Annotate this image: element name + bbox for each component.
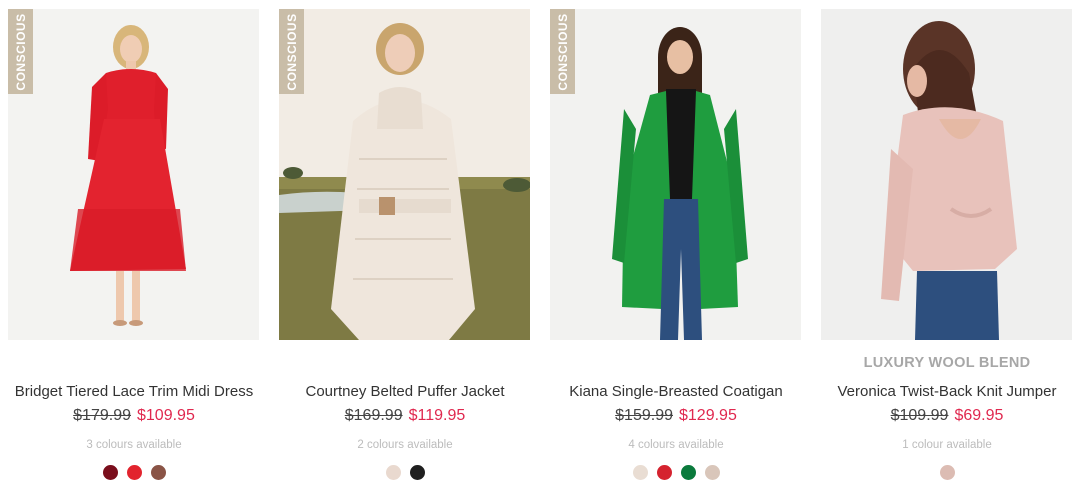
product-name[interactable]: Veronica Twist-Back Knit Jumper: [815, 383, 1079, 400]
product-price: $179.99 $109.95: [8, 407, 260, 425]
product-image[interactable]: CONSCIOUS: [279, 9, 530, 340]
colour-swatch[interactable]: [150, 465, 166, 480]
conscious-badge: CONSCIOUS: [8, 9, 33, 94]
product-name[interactable]: Courtney Belted Puffer Jacket: [273, 383, 537, 400]
colours-available: 3 colours available: [86, 439, 182, 451]
knit-jumper-photo: [821, 9, 1072, 340]
colour-swatches: [279, 465, 531, 480]
product-price: $109.99 $69.95: [821, 407, 1073, 425]
dress-photo: [8, 9, 259, 340]
promo-label: LUXURY WOOL BLEND: [863, 355, 1031, 371]
colour-swatch[interactable]: [632, 465, 648, 480]
colour-swatch[interactable]: [704, 465, 720, 480]
sale-price: $129.95: [679, 407, 737, 424]
product-card[interactable]: CONSCIOUS Kiana Single-Breasted Coatigan…: [550, 0, 802, 504]
colour-swatch[interactable]: [939, 465, 955, 480]
product-card[interactable]: CONSCIOUS: [279, 0, 531, 504]
original-price: $109.99: [890, 407, 949, 424]
product-price: $159.99 $129.95: [550, 407, 802, 425]
conscious-badge: CONSCIOUS: [550, 9, 575, 94]
product-grid: CONSCIOUS Bridget Tiered Lace Trim Midi …: [0, 0, 1080, 504]
colours-available: 2 colours available: [357, 439, 453, 451]
product-name[interactable]: Kiana Single-Breasted Coatigan: [544, 383, 808, 400]
colour-swatch[interactable]: [126, 465, 142, 480]
colour-swatches: [821, 465, 1073, 480]
product-image[interactable]: [821, 9, 1072, 340]
product-card[interactable]: CONSCIOUS: [8, 0, 260, 504]
colour-swatches: [8, 465, 260, 480]
colour-swatches: [550, 465, 802, 480]
sale-price: $69.95: [954, 407, 1004, 424]
product-price: $169.99 $119.95: [279, 407, 531, 425]
original-price: $179.99: [73, 407, 131, 424]
puffer-jacket-photo: [279, 9, 530, 340]
sale-price: $119.95: [408, 407, 466, 424]
product-image[interactable]: CONSCIOUS: [8, 9, 259, 340]
colours-available: 1 colour available: [902, 439, 992, 451]
original-price: $159.99: [615, 407, 673, 424]
original-price: $169.99: [344, 407, 403, 424]
sale-price: $109.95: [137, 407, 195, 424]
product-image[interactable]: CONSCIOUS: [550, 9, 801, 340]
colour-swatch[interactable]: [409, 465, 425, 480]
product-name[interactable]: Bridget Tiered Lace Trim Midi Dress: [2, 383, 266, 400]
colour-swatch[interactable]: [102, 465, 118, 480]
product-card[interactable]: LUXURY WOOL BLEND Veronica Twist-Back Kn…: [821, 0, 1073, 504]
colours-available: 4 colours available: [628, 439, 724, 451]
conscious-badge: CONSCIOUS: [279, 9, 304, 94]
colour-swatch[interactable]: [680, 465, 696, 480]
coatigan-photo: [550, 9, 801, 340]
colour-swatch[interactable]: [385, 465, 401, 480]
colour-swatch[interactable]: [656, 465, 672, 480]
